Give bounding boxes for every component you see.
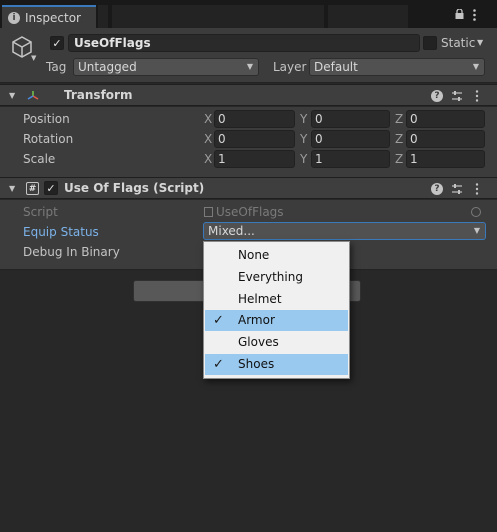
axis-z-label[interactable]: Z [395, 112, 403, 126]
position-z-field[interactable]: 0 [406, 110, 485, 128]
static-checkbox[interactable] [423, 36, 437, 50]
scale-x-field[interactable]: 1 [214, 150, 295, 168]
chevron-down-icon: ▼ [473, 226, 480, 235]
kebab-menu-icon[interactable] [475, 90, 479, 102]
menu-item-gloves[interactable]: Gloves [205, 332, 348, 353]
menu-item-helmet[interactable]: Helmet [205, 289, 348, 310]
menu-item-label: Helmet [238, 292, 282, 306]
menu-item-label: Shoes [238, 357, 275, 371]
info-icon: i [8, 11, 20, 24]
menu-item-none[interactable]: None [205, 245, 348, 266]
help-icon[interactable]: ? [431, 183, 443, 195]
menu-item-label: Gloves [238, 335, 279, 349]
script-enabled-checkbox[interactable]: ✓ [44, 181, 58, 195]
script-reference-field[interactable]: UseOfFlags [204, 205, 485, 221]
foldout-arrow-icon[interactable]: ▼ [9, 91, 15, 100]
script-hash-icon: # [26, 182, 39, 195]
kebab-menu-icon[interactable] [475, 183, 479, 195]
checkmark-icon: ✓ [213, 313, 224, 328]
layer-value: Default [314, 60, 358, 74]
scale-z-field[interactable]: 1 [406, 150, 485, 168]
tab-strip: i Inspector [0, 0, 497, 28]
rotation-x-field[interactable]: 0 [214, 130, 295, 148]
script-component-header[interactable]: ▼ # ✓ Use Of Flags (Script) ? [0, 177, 497, 199]
presets-sliders-icon[interactable] [451, 183, 463, 195]
rotation-label: Rotation [23, 132, 74, 146]
foldout-arrow-icon[interactable]: ▼ [9, 184, 15, 193]
layer-dropdown[interactable]: Default ▼ [309, 58, 485, 76]
chevron-down-icon: ▼ [472, 62, 479, 71]
axis-x-label[interactable]: X [204, 152, 212, 166]
tab-divider [98, 5, 108, 28]
equip-status-value: Mixed... [208, 224, 255, 238]
chevron-down-icon[interactable]: ▼ [477, 38, 483, 47]
transform-header[interactable]: ▼ Transform ? [0, 84, 497, 106]
chevron-down-icon: ▼ [246, 62, 253, 71]
script-reference-value: UseOfFlags [216, 205, 284, 219]
script-label: Script [23, 205, 58, 219]
menu-item-label: Armor [238, 313, 275, 327]
presets-sliders-icon[interactable] [451, 90, 463, 102]
scale-y-field[interactable]: 1 [311, 150, 390, 168]
help-icon[interactable]: ? [431, 90, 443, 102]
rotation-y-field[interactable]: 0 [311, 130, 390, 148]
tab-background-slot [328, 5, 408, 28]
position-label: Position [23, 112, 70, 126]
lock-icon[interactable] [455, 9, 464, 19]
menu-item-everything[interactable]: Everything [205, 267, 348, 288]
menu-item-label: None [238, 248, 270, 262]
axis-z-label[interactable]: Z [395, 152, 403, 166]
position-x-field[interactable]: 0 [214, 110, 295, 128]
tab-inspector[interactable]: i Inspector [2, 5, 96, 28]
axis-x-label[interactable]: X [204, 112, 212, 126]
script-file-icon [204, 207, 213, 217]
menu-item-shoes[interactable]: ✓ Shoes [205, 354, 348, 375]
equip-status-label: Equip Status [23, 225, 99, 239]
menu-item-label: Everything [238, 270, 303, 284]
tab-title: Inspector [25, 10, 81, 25]
equip-status-dropdown[interactable]: Mixed... ▼ [203, 222, 486, 240]
static-label[interactable]: Static [441, 36, 475, 50]
transform-axes-icon [27, 91, 39, 100]
axis-y-label[interactable]: Y [300, 132, 307, 146]
transform-title: Transform [64, 88, 133, 102]
equip-status-popup-menu: None Everything Helmet ✓ Armor Gloves ✓ … [203, 241, 350, 379]
axis-y-label[interactable]: Y [300, 152, 307, 166]
kebab-menu-icon[interactable] [473, 9, 476, 21]
active-checkbox[interactable]: ✓ [50, 36, 64, 50]
tab-background-slot [112, 5, 324, 28]
object-picker-icon[interactable] [471, 207, 481, 217]
tag-label: Tag [46, 60, 67, 74]
debug-in-binary-label: Debug In Binary [23, 245, 120, 259]
inspector-window: i Inspector ▼ ✓ UseOfFlags Static ▼ Tag … [0, 0, 497, 532]
axis-x-label[interactable]: X [204, 132, 212, 146]
tag-dropdown[interactable]: Untagged ▼ [73, 58, 259, 76]
rotation-z-field[interactable]: 0 [406, 130, 485, 148]
chevron-down-icon[interactable]: ▼ [31, 54, 36, 62]
transform-body: Position X 0 Y 0 Z 0 Rotation X 0 Y 0 Z … [0, 107, 497, 179]
gameobject-header: ▼ ✓ UseOfFlags Static ▼ Tag Untagged ▼ L… [0, 28, 497, 83]
object-name-field[interactable]: UseOfFlags [68, 34, 420, 52]
script-component-title: Use Of Flags (Script) [64, 181, 205, 195]
layer-label: Layer [273, 60, 307, 74]
axis-z-label[interactable]: Z [395, 132, 403, 146]
axis-y-label[interactable]: Y [300, 112, 307, 126]
scale-label: Scale [23, 152, 56, 166]
position-y-field[interactable]: 0 [311, 110, 390, 128]
tag-value: Untagged [78, 60, 137, 74]
menu-item-armor[interactable]: ✓ Armor [205, 310, 348, 331]
checkmark-icon: ✓ [213, 357, 224, 372]
